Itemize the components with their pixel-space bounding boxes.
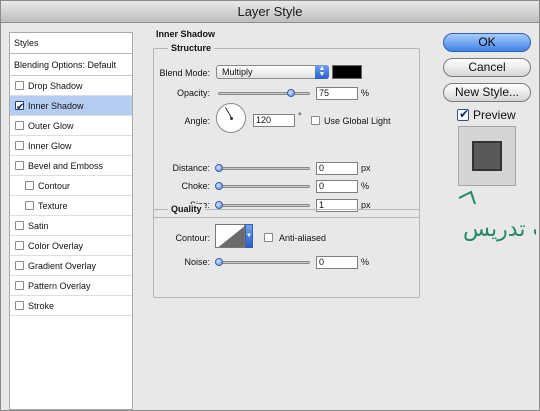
noise-slider[interactable] — [218, 261, 310, 264]
sidebar-item-stroke[interactable]: Stroke — [10, 296, 132, 316]
sidebar-item-label: Stroke — [28, 301, 55, 311]
sidebar-item-color-overlay[interactable]: Color Overlay — [10, 236, 132, 256]
sidebar-checkbox-outer-glow[interactable] — [15, 121, 24, 130]
anti-aliased-label: Anti-aliased — [279, 233, 327, 243]
angle-label: Angle: — [184, 116, 210, 126]
sidebar-checkbox-color-overlay[interactable] — [15, 241, 24, 250]
sidebar-item-label: Drop Shadow — [28, 81, 83, 91]
contour-curve-icon — [218, 226, 244, 247]
sidebar-item-label: Satin — [28, 221, 49, 231]
sidebar-item-gradient-overlay[interactable]: Gradient Overlay — [10, 256, 132, 276]
sidebar-item-label: Color Overlay — [28, 241, 84, 251]
sidebar-checkbox-stroke[interactable] — [15, 301, 24, 310]
sidebar-checkbox-inner-glow[interactable] — [15, 141, 24, 150]
contour-picker[interactable] — [215, 224, 245, 248]
cancel-button[interactable]: Cancel — [443, 58, 531, 77]
select-arrows-icon: ▲ ▼ — [315, 65, 329, 79]
sidebar-checkbox-inner-shadow[interactable] — [15, 98, 24, 118]
choke-unit: % — [361, 181, 370, 191]
noise-unit: % — [361, 257, 370, 267]
sidebar-checkbox-texture[interactable] — [25, 201, 34, 210]
use-global-light-checkbox[interactable] — [311, 116, 320, 125]
opacity-input[interactable]: 75 — [316, 87, 358, 100]
preview-thumbnail — [472, 141, 502, 171]
blend-mode-label: Blend Mode: — [159, 68, 210, 78]
structure-title: Structure — [168, 43, 215, 53]
choke-slider-handle[interactable] — [215, 182, 223, 190]
sidebar-item-label: Inner Glow — [28, 141, 72, 151]
noise-slider-handle[interactable] — [215, 258, 223, 266]
sidebar-item-label: Contour — [38, 181, 71, 191]
distance-unit: px — [361, 163, 371, 173]
sidebar-item-label: Gradient Overlay — [28, 261, 97, 271]
sidebar-item-label: Bevel and Emboss — [28, 161, 104, 171]
choke-label: Choke: — [181, 181, 210, 191]
opacity-slider-handle[interactable] — [287, 89, 295, 97]
sidebar-item-bevel-and-emboss[interactable]: Bevel and Emboss — [10, 156, 132, 176]
noise-input[interactable]: 0 — [316, 256, 358, 269]
sidebar-checkbox-contour[interactable] — [25, 181, 34, 190]
sidebar-item-label: Texture — [38, 201, 68, 211]
sidebar-item-satin[interactable]: Satin — [10, 216, 132, 236]
choke-input[interactable]: 0 — [316, 180, 358, 193]
sidebar-checkbox-bevel-and-emboss[interactable] — [15, 161, 24, 170]
use-global-light-label: Use Global Light — [324, 116, 391, 126]
blend-mode-select[interactable]: Multiply ▲ ▼ — [216, 65, 329, 79]
styles-sidebar: Styles Blending Options: Default Drop Sh… — [9, 32, 133, 410]
sidebar-item-label: Outer Glow — [28, 121, 74, 131]
sidebar-item-blending-options[interactable]: Blending Options: Default — [10, 54, 132, 76]
preview-label: Preview — [473, 108, 516, 122]
sidebar-item-inner-shadow[interactable]: Inner Shadow — [10, 96, 132, 118]
anti-aliased-checkbox[interactable] — [264, 233, 273, 242]
structure-group: Structure Blend Mode: Multiply ▲ ▼ Opacit… — [153, 43, 420, 218]
panel-title: Inner Shadow — [156, 29, 216, 39]
dialog-content: Styles Blending Options: Default Drop Sh… — [1, 23, 540, 410]
layer-style-dialog: Layer Style Styles Blending Options: Def… — [0, 0, 540, 411]
contour-dropdown-arrow-icon[interactable]: ▼ — [245, 224, 253, 248]
sidebar-item-inner-glow[interactable]: Inner Glow — [10, 136, 132, 156]
sidebar-item-contour[interactable]: Contour — [10, 176, 132, 196]
watermark-text: وب تدریس — [463, 217, 536, 242]
contour-label: Contour: — [175, 233, 210, 243]
noise-label: Noise: — [184, 257, 210, 267]
blend-mode-value: Multiply — [222, 67, 253, 77]
watermark-logo-icon: وب تدریس — [458, 190, 540, 242]
new-style-button[interactable]: New Style... — [443, 83, 531, 102]
sidebar-item-styles[interactable]: Styles — [10, 33, 132, 54]
preview-checkbox[interactable] — [457, 107, 469, 121]
quality-title: Quality — [168, 204, 205, 214]
distance-input[interactable]: 0 — [316, 162, 358, 175]
opacity-label: Opacity: — [176, 88, 210, 98]
sidebar-checkbox-gradient-overlay[interactable] — [15, 261, 24, 270]
opacity-slider[interactable] — [218, 92, 310, 95]
watermark-logo: وب تدریس — [451, 188, 540, 258]
sidebar-effects-list: Drop Shadow Inner Shadow Outer Glow Inner G… — [10, 76, 132, 316]
angle-dial-center — [230, 117, 233, 120]
distance-slider[interactable] — [218, 167, 310, 170]
sidebar-item-pattern-overlay[interactable]: Pattern Overlay — [10, 276, 132, 296]
size-slider-handle[interactable] — [215, 201, 223, 209]
size-slider[interactable] — [218, 204, 310, 207]
ok-button[interactable]: OK — [443, 33, 531, 52]
sidebar-checkbox-pattern-overlay[interactable] — [15, 281, 24, 290]
sidebar-item-outer-glow[interactable]: Outer Glow — [10, 116, 132, 136]
opacity-unit: % — [361, 88, 370, 98]
angle-input[interactable]: 120 — [253, 114, 295, 127]
sidebar-checkbox-drop-shadow[interactable] — [15, 81, 24, 90]
shadow-color-swatch[interactable] — [332, 65, 362, 79]
sidebar-item-label: Pattern Overlay — [28, 281, 91, 291]
window-title: Layer Style — [1, 1, 539, 23]
angle-unit: ° — [298, 111, 302, 121]
sidebar-item-label: Inner Shadow — [28, 101, 84, 111]
preview-thumbnail-frame — [458, 126, 516, 186]
choke-slider[interactable] — [218, 185, 310, 188]
quality-group: Quality Contour: ▼ Anti-aliased Noise: 0… — [153, 204, 420, 298]
angle-dial[interactable] — [216, 103, 246, 133]
sidebar-item-texture[interactable]: Texture — [10, 196, 132, 216]
sidebar-checkbox-satin[interactable] — [15, 221, 24, 230]
sidebar-item-drop-shadow[interactable]: Drop Shadow — [10, 76, 132, 96]
distance-slider-handle[interactable] — [215, 164, 223, 172]
distance-label: Distance: — [172, 163, 210, 173]
